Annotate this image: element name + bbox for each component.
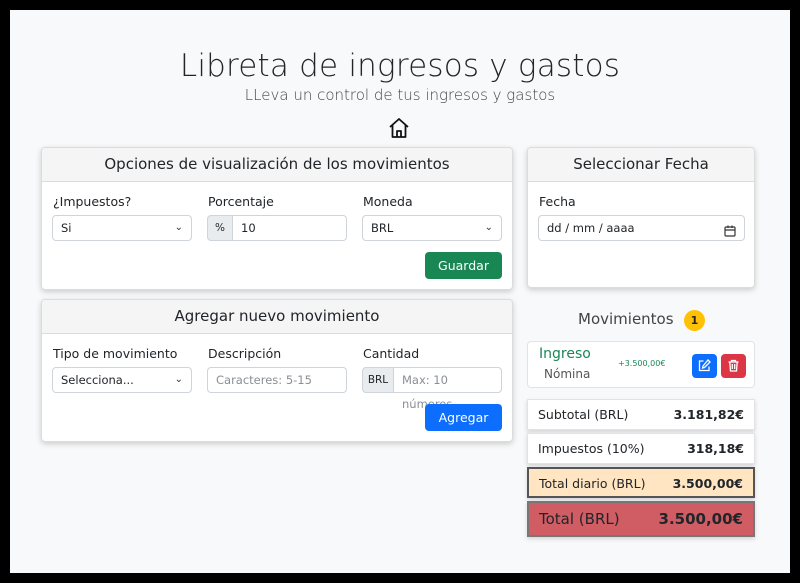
add-movement-card: Agregar nuevo movimiento Tipo de movimie… [41, 299, 513, 442]
date-input[interactable]: dd / mm / aaaa [538, 215, 745, 241]
taxes-row-value: 318,18€ [687, 441, 744, 456]
quantity-label: Cantidad [363, 346, 420, 361]
percent-input[interactable]: 10 [232, 215, 347, 241]
page: Libreta de ingresos y gastos LLeva un co… [10, 10, 790, 573]
delete-button[interactable] [721, 354, 746, 378]
movement-type-select[interactable]: Selecciona... ⌄ [52, 367, 192, 393]
currency-select-value: BRL [371, 221, 394, 235]
date-input-value: dd / mm / aaaa [547, 221, 635, 235]
total-label: Total (BRL) [539, 510, 620, 528]
total-row: Total (BRL) 3.500,00€ [527, 501, 755, 537]
chevron-down-icon: ⌄ [174, 222, 183, 233]
movement-type: Ingreso [539, 346, 591, 362]
total-value: 3.500,00€ [658, 510, 743, 528]
edit-icon [698, 359, 711, 372]
chevron-down-icon: ⌄ [174, 374, 183, 385]
home-icon[interactable] [387, 116, 411, 140]
movements-title: Movimientos [578, 310, 674, 328]
add-button[interactable]: Agregar [425, 404, 502, 431]
taxes-row: Impuestos (10%) 318,18€ [527, 433, 755, 464]
percent-label: Porcentaje [208, 194, 274, 209]
movement-description: Nómina [544, 367, 591, 381]
date-card: Seleccionar Fecha Fecha dd / mm / aaaa [527, 147, 755, 288]
page-title: Libreta de ingresos y gastos [179, 48, 621, 84]
quantity-input[interactable]: Max: 10 números [393, 367, 502, 411]
subtotal-label: Subtotal (BRL) [538, 407, 629, 422]
currency-select[interactable]: BRL ⌄ [362, 215, 502, 241]
taxes-row-label: Impuestos (10%) [538, 441, 645, 456]
taxes-select-value: Si [61, 221, 72, 235]
daily-total-label: Total diario (BRL) [539, 476, 646, 491]
options-card: Opciones de visualización de los movimie… [41, 147, 513, 290]
description-label: Descripción [208, 346, 282, 361]
date-label: Fecha [539, 194, 576, 209]
edit-button[interactable] [692, 354, 717, 378]
movement-type-label: Tipo de movimiento [53, 346, 178, 361]
subtotal-row: Subtotal (BRL) 3.181,82€ [527, 399, 755, 430]
description-input[interactable]: Caracteres: 5-15 [207, 367, 347, 393]
save-button[interactable]: Guardar [425, 252, 502, 279]
calendar-icon[interactable] [724, 221, 736, 237]
subtotal-value: 3.181,82€ [673, 407, 744, 422]
percent-addon: % [207, 215, 233, 241]
taxes-select[interactable]: Si ⌄ [52, 215, 192, 241]
movements-count-badge: 1 [684, 310, 705, 331]
taxes-label: ¿Impuestos? [53, 194, 132, 209]
add-movement-card-title: Agregar nuevo movimiento [42, 300, 512, 334]
daily-total-row: Total diario (BRL) 3.500,00€ [527, 467, 755, 498]
chevron-down-icon: ⌄ [484, 222, 493, 233]
movement-amount: +3.500,00€ [618, 359, 666, 368]
currency-label: Moneda [363, 194, 413, 209]
list-item: Ingreso Nómina +3.500,00€ [527, 341, 755, 388]
options-card-title: Opciones de visualización de los movimie… [42, 148, 512, 182]
movement-type-select-value: Selecciona... [61, 373, 134, 387]
date-card-title: Seleccionar Fecha [528, 148, 754, 182]
page-subtitle: LLeva un control de tus ingresos y gasto… [244, 86, 556, 104]
trash-icon [728, 359, 739, 372]
daily-total-value: 3.500,00€ [672, 476, 743, 491]
quantity-addon: BRL [362, 367, 394, 393]
